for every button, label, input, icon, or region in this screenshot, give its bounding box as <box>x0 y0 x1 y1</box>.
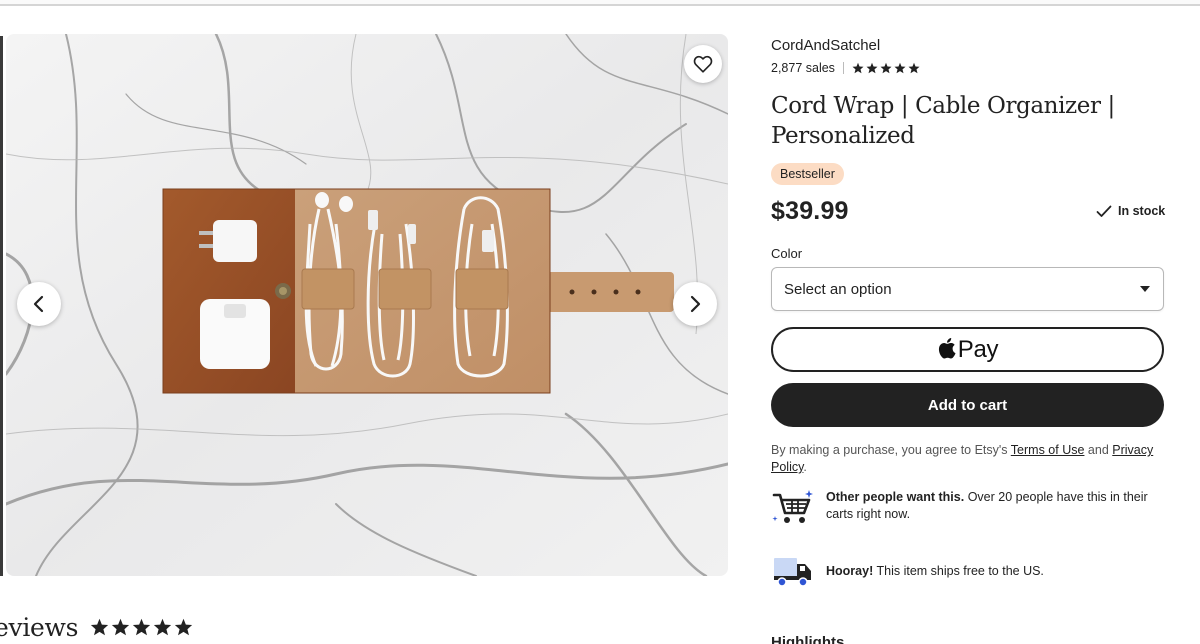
free-shipping-detail: This item ships free to the US. <box>873 563 1044 578</box>
stock-status-label: In stock <box>1118 204 1166 218</box>
product-image <box>6 34 728 576</box>
free-shipping-emphasis: Hooray! <box>826 563 874 578</box>
star-icon <box>908 62 920 74</box>
shop-sales-row: 2,877 sales <box>771 61 920 75</box>
shop-name-link[interactable]: CordAndSatchel <box>771 37 880 54</box>
top-divider <box>0 0 1200 6</box>
legal-suffix: . <box>803 460 807 474</box>
legal-conjunction: and <box>1084 443 1113 457</box>
reviews-title: eviews <box>0 612 79 642</box>
color-select[interactable]: Select an option <box>771 267 1164 311</box>
sales-count: 2,877 sales <box>771 61 835 75</box>
cart-demand-notice: Other people want this. Over 20 people h… <box>771 489 1164 527</box>
caret-down-icon <box>1140 286 1150 292</box>
listing-title: Cord Wrap | Cable Organizer | Personaliz… <box>771 93 1115 149</box>
next-image-button[interactable] <box>673 282 717 326</box>
star-icon <box>852 62 864 74</box>
price: $39.99 <box>771 197 849 225</box>
star-icon <box>112 618 130 636</box>
star-icon <box>175 618 193 636</box>
bestseller-badge: Bestseller <box>771 163 844 185</box>
free-shipping-text: Hooray! This item ships free to the US. <box>826 563 1044 580</box>
reviews-heading: eviews <box>0 610 193 644</box>
apple-pay-button[interactable]: Pay <box>771 327 1164 372</box>
color-select-value: Select an option <box>784 280 892 298</box>
shop-rating-stars[interactable] <box>852 62 920 74</box>
stock-status: In stock <box>1096 204 1165 218</box>
highlights-heading: Highlights <box>771 636 844 644</box>
star-icon <box>154 618 172 636</box>
divider <box>842 62 844 74</box>
cart-demand-emphasis: Other people want this. <box>826 490 965 504</box>
star-icon <box>866 62 878 74</box>
apple-pay-label: Pay <box>957 335 999 363</box>
star-icon <box>133 618 151 636</box>
previous-image-button[interactable] <box>17 282 61 326</box>
purchase-legal-notice: By making a purchase, you agree to Etsy'… <box>771 442 1164 476</box>
legal-prefix: By making a purchase, you agree to Etsy'… <box>771 443 1011 457</box>
star-icon <box>880 62 892 74</box>
product-photo <box>6 34 728 576</box>
cart-demand-text: Other people want this. Over 20 people h… <box>826 489 1164 523</box>
cart-sparkle-icon <box>771 489 814 527</box>
add-to-cart-button[interactable]: Add to cart <box>771 383 1164 427</box>
delivery-truck-icon <box>771 552 814 590</box>
thumbnail-strip-edge <box>0 36 3 576</box>
color-label: Color <box>771 246 803 261</box>
chevron-left-icon <box>32 295 46 313</box>
chevron-right-icon <box>688 295 702 313</box>
favorite-button[interactable] <box>684 45 722 83</box>
free-shipping-notice: Hooray! This item ships free to the US. <box>771 552 1164 590</box>
apple-logo-icon <box>937 337 956 359</box>
reviews-rating-stars <box>90 618 193 636</box>
checkmark-icon <box>1096 205 1112 218</box>
terms-of-use-link[interactable]: Terms of Use <box>1011 443 1085 457</box>
star-icon <box>894 62 906 74</box>
star-icon <box>91 618 109 636</box>
heart-icon <box>693 55 713 73</box>
